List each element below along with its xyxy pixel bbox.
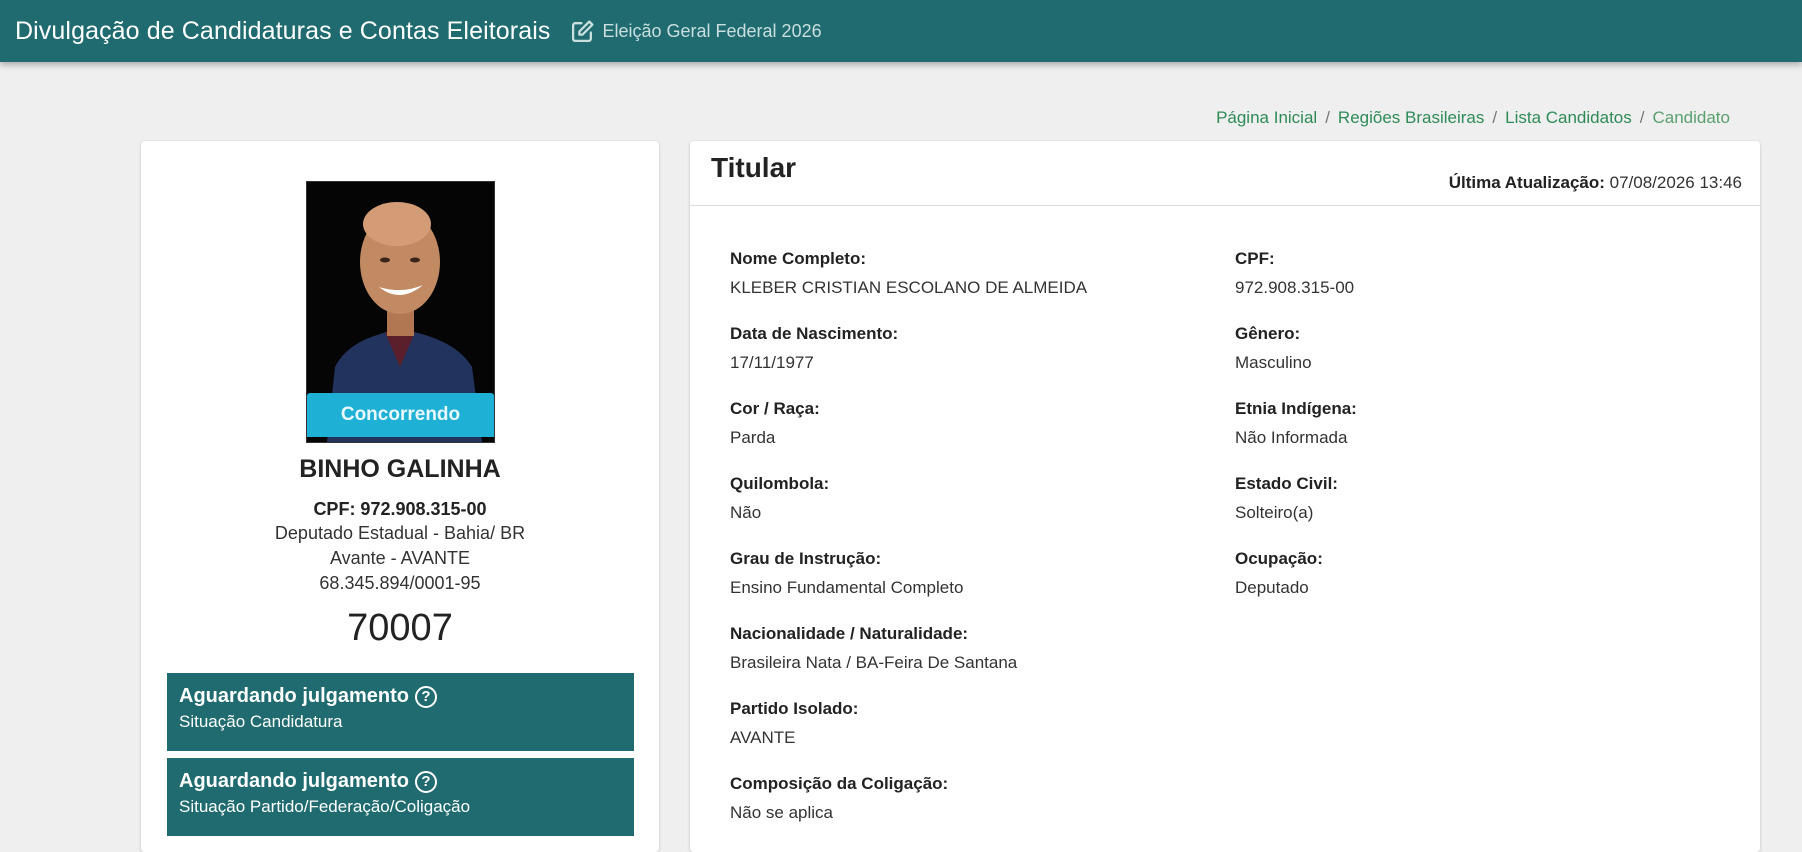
candidate-cpf: CPF: 972.908.315-00 xyxy=(313,499,487,519)
status-title: Aguardando julgamento xyxy=(179,770,409,792)
status-subtitle: Situação Candidatura xyxy=(179,712,343,731)
breadcrumb-separator: / xyxy=(1639,108,1645,127)
candidate-details-card: Titular Última Atualização: 07/08/2026 1… xyxy=(690,141,1760,852)
status-title: Aguardando julgamento xyxy=(179,685,409,707)
breadcrumb-regions[interactable]: Regiões Brasileiras xyxy=(1338,108,1484,128)
field-race: Cor / Raça: Parda xyxy=(730,399,820,448)
candidacy-status-pill: Concorrendo xyxy=(307,393,494,437)
field-label: Partido Isolado: xyxy=(730,699,859,718)
field-label: CPF: xyxy=(1235,249,1275,268)
field-party: Partido Isolado: AVANTE xyxy=(730,699,858,748)
field-value: Não se aplica xyxy=(730,803,834,822)
field-label: Estado Civil: xyxy=(1235,474,1338,493)
help-icon[interactable]: ? xyxy=(415,770,437,793)
field-value: Parda xyxy=(730,428,776,447)
candidate-name: BINHO GALINHA xyxy=(299,455,501,483)
field-value: Brasileira Nata / BA-Feira De Santana xyxy=(730,653,1018,672)
breadcrumb-current: Candidato xyxy=(1652,108,1730,127)
breadcrumb-home[interactable]: Página Inicial xyxy=(1216,108,1317,128)
field-value: 17/11/1977 xyxy=(730,353,814,372)
field-value: AVANTE xyxy=(730,728,796,747)
details-title: Titular xyxy=(711,152,797,183)
field-label: Cor / Raça: xyxy=(730,399,820,418)
edit-icon xyxy=(572,19,595,42)
election-selector[interactable]: Eleição Geral Federal 2026 xyxy=(570,19,822,44)
field-label: Gênero: xyxy=(1235,324,1301,343)
candidate-summary-card: Concorrendo BINHO GALINHA CPF: 972.908.3… xyxy=(141,141,659,852)
last-updated-label: Última Atualização: xyxy=(1448,173,1605,192)
field-birth-date: Data de Nascimento: 17/11/1977 xyxy=(730,324,898,373)
field-indigenous-ethnicity: Etnia Indígena: Não Informada xyxy=(1235,399,1357,448)
field-label: Data de Nascimento: xyxy=(730,324,899,343)
field-value: Ensino Fundamental Completo xyxy=(730,578,964,597)
candidate-cnpj: 68.345.894/0001-95 xyxy=(319,573,481,593)
last-updated: Última Atualização: 07/08/2026 13:46 xyxy=(1449,173,1742,193)
field-gender: Gênero: Masculino xyxy=(1235,324,1312,373)
help-icon[interactable]: ? xyxy=(415,685,437,708)
field-nationality: Nacionalidade / Naturalidade: Brasileira… xyxy=(730,624,1017,673)
field-value: Não Informada xyxy=(1235,428,1348,447)
field-label: Grau de Instrução: xyxy=(730,549,882,568)
top-bar: Divulgação de Candidaturas e Contas Elei… xyxy=(0,0,1802,62)
field-value: 972.908.315-00 xyxy=(1235,278,1355,297)
candidate-office: Deputado Estadual - Bahia/ BR xyxy=(274,523,526,543)
app-title[interactable]: Divulgação de Candidaturas e Contas Elei… xyxy=(15,17,550,46)
field-label: Etnia Indígena: xyxy=(1235,399,1357,418)
field-value: Deputado xyxy=(1235,578,1309,597)
field-quilombola: Quilombola: Não xyxy=(730,474,829,523)
divider xyxy=(690,205,1760,206)
breadcrumb: Página Inicial / Regiões Brasileiras / L… xyxy=(1216,108,1730,128)
candidate-number: 70007 xyxy=(347,607,453,649)
field-label: Nome Completo: xyxy=(730,249,866,268)
candidate-photo: Concorrendo xyxy=(306,181,495,443)
field-label: Quilombola: xyxy=(730,474,830,493)
status-subtitle: Situação Partido/Federação/Coligação xyxy=(179,797,471,816)
election-label: Eleição Geral Federal 2026 xyxy=(602,20,822,41)
candidacy-status-box: Aguardando julgamento ? Situação Candida… xyxy=(167,673,634,751)
field-value: Solteiro(a) xyxy=(1235,503,1314,522)
field-label: Composição da Coligação: xyxy=(730,774,949,793)
candidate-party: Avante - AVANTE xyxy=(329,548,471,568)
field-label: Nacionalidade / Naturalidade: xyxy=(730,624,969,643)
party-status-box: Aguardando julgamento ? Situação Partido… xyxy=(167,758,634,836)
field-value: KLEBER CRISTIAN ESCOLANO DE ALMEIDA xyxy=(730,278,1088,297)
field-full-name: Nome Completo: KLEBER CRISTIAN ESCOLANO … xyxy=(730,249,1087,298)
field-coalition: Composição da Coligação: Não se aplica xyxy=(730,774,948,823)
field-value: Masculino xyxy=(1235,353,1312,372)
field-label: Ocupação: xyxy=(1235,549,1323,568)
breadcrumb-candidate-list[interactable]: Lista Candidatos xyxy=(1505,108,1632,128)
field-value: Não xyxy=(730,503,762,522)
field-education: Grau de Instrução: Ensino Fundamental Co… xyxy=(730,549,963,598)
breadcrumb-separator: / xyxy=(1492,108,1498,127)
breadcrumb-separator: / xyxy=(1325,108,1330,127)
field-cpf: CPF: 972.908.315-00 xyxy=(1235,249,1354,298)
last-updated-value: 07/08/2026 13:46 xyxy=(1609,173,1742,192)
field-occupation: Ocupação: Deputado xyxy=(1235,549,1323,598)
field-marital-status: Estado Civil: Solteiro(a) xyxy=(1235,474,1338,523)
